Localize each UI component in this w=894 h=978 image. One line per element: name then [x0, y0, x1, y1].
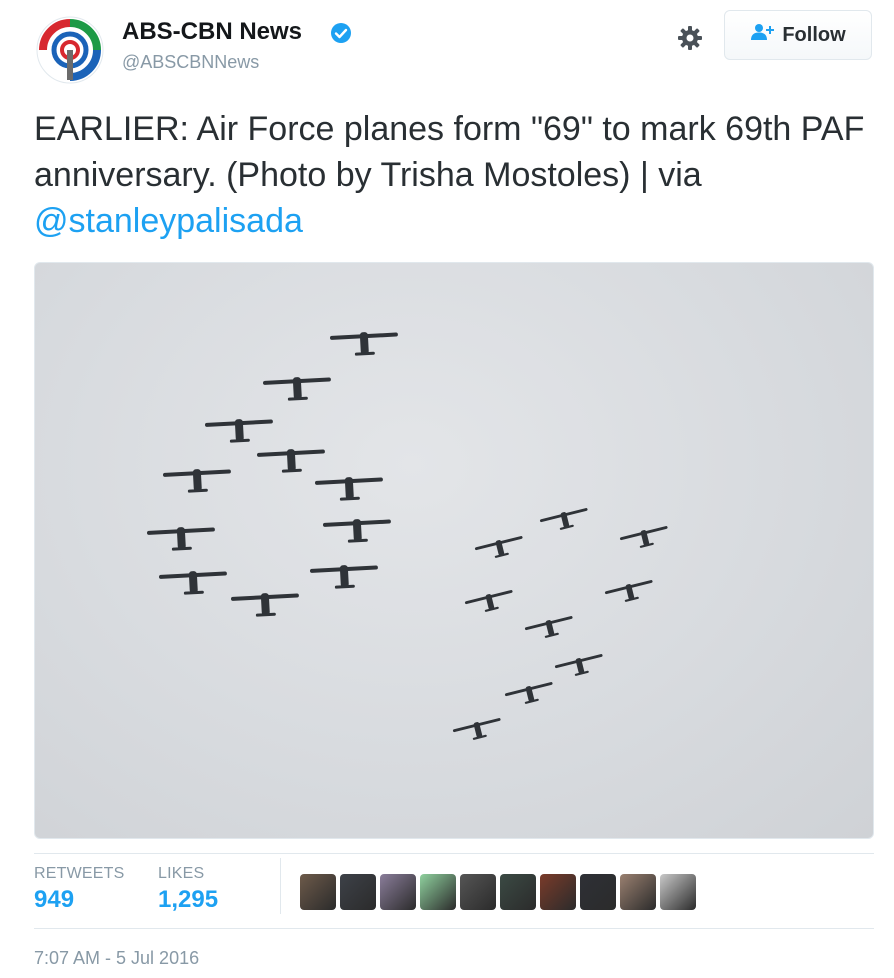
aircraft	[524, 616, 573, 638]
liker-avatar[interactable]	[300, 874, 336, 910]
gear-icon[interactable]	[676, 24, 704, 52]
aircraft	[539, 508, 588, 530]
liker-avatar[interactable]	[660, 874, 696, 910]
aircraft	[262, 377, 331, 401]
aircraft	[604, 580, 653, 602]
retweets-count[interactable]: 949	[34, 886, 74, 914]
verified-badge-icon	[330, 22, 352, 44]
follow-button[interactable]: Follow	[724, 10, 872, 60]
liker-avatar[interactable]	[620, 874, 656, 910]
timestamp[interactable]: 7:07 AM - 5 Jul 2016	[34, 948, 199, 969]
aircraft	[162, 469, 231, 493]
aircraft	[146, 527, 215, 551]
liker-avatar[interactable]	[580, 874, 616, 910]
tweet-text: EARLIER: Air Force planes form "69" to m…	[34, 106, 874, 244]
tweet-body: EARLIER: Air Force planes form "69" to m…	[34, 110, 865, 194]
aircraft	[322, 519, 391, 543]
stats-vertical-divider	[280, 858, 281, 914]
retweets-label: RETWEETS	[34, 865, 125, 882]
likes-label: LIKES	[158, 865, 205, 882]
mention-link[interactable]: @stanleypalisada	[34, 202, 303, 240]
liker-avatar[interactable]	[420, 874, 456, 910]
aircraft	[314, 477, 383, 501]
add-user-icon	[750, 23, 775, 47]
aircraft	[230, 593, 299, 617]
liker-avatar[interactable]	[380, 874, 416, 910]
stats-bottom-divider	[34, 928, 874, 929]
avatar[interactable]	[34, 14, 106, 86]
likes-count[interactable]: 1,295	[158, 886, 218, 914]
liker-avatar[interactable]	[500, 874, 536, 910]
aircraft	[554, 654, 603, 676]
aircraft	[474, 536, 523, 558]
aircraft	[329, 332, 398, 356]
aircraft	[204, 419, 273, 443]
aircraft	[452, 718, 501, 740]
liker-avatars	[300, 874, 696, 910]
aircraft	[619, 526, 668, 548]
aircraft	[504, 682, 553, 704]
abs-cbn-logo	[34, 14, 106, 86]
aircraft	[309, 565, 378, 589]
aircraft-formation-image	[146, 332, 668, 740]
follow-label: Follow	[782, 23, 846, 46]
display-name[interactable]: ABS-CBN News	[122, 18, 302, 46]
liker-avatar[interactable]	[540, 874, 576, 910]
liker-avatar[interactable]	[460, 874, 496, 910]
liker-avatar[interactable]	[340, 874, 376, 910]
aircraft	[464, 590, 513, 612]
aircraft	[256, 449, 325, 473]
stats-top-divider	[34, 853, 874, 854]
aircraft	[158, 571, 227, 595]
handle[interactable]: @ABSCBNNews	[122, 52, 259, 73]
tweet-photo[interactable]	[34, 262, 874, 839]
